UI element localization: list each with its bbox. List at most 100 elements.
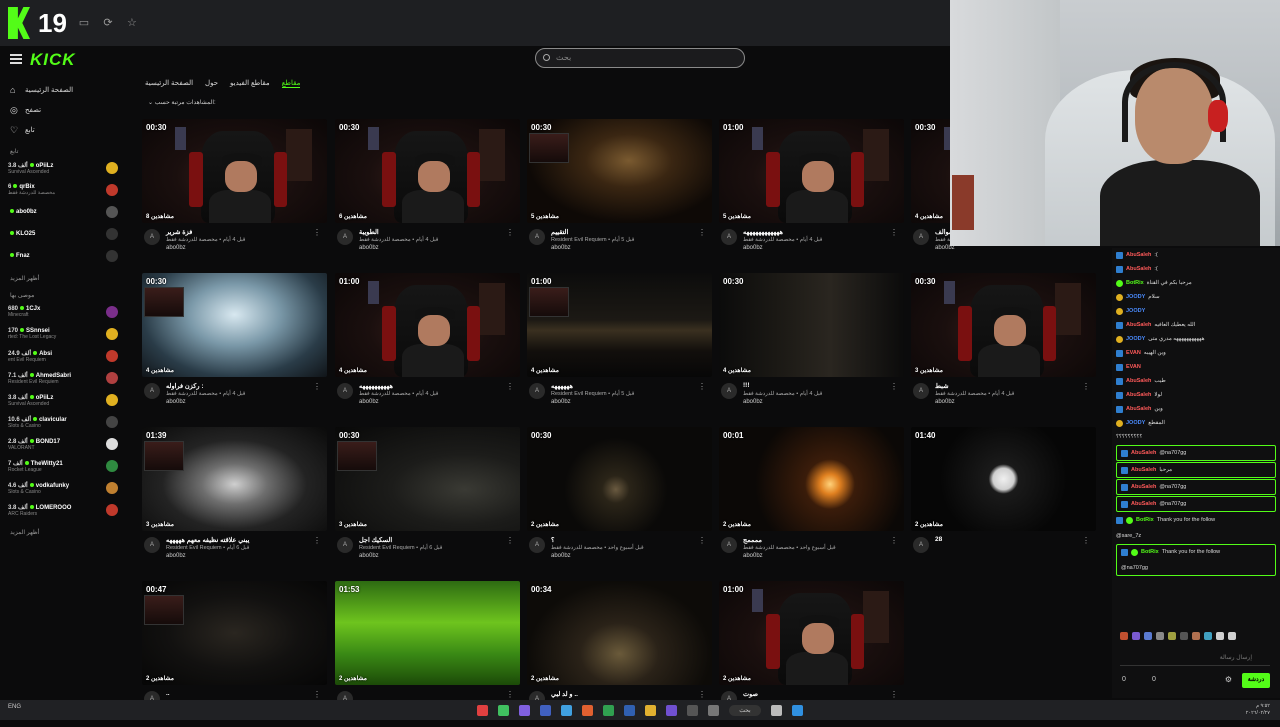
more-options-icon[interactable]: ⋮ (313, 228, 321, 237)
channel-avatar[interactable]: A (144, 383, 160, 399)
app-icon[interactable] (582, 704, 594, 716)
clip-channel-name[interactable]: abo0bz (743, 399, 763, 405)
emote-icon[interactable] (1228, 632, 1236, 640)
more-options-icon[interactable]: ⋮ (313, 536, 321, 545)
history-icon[interactable]: ⟳ (101, 16, 115, 30)
sidebar-nav-item[interactable]: ⌂ الصفحة الرئيسية (0, 80, 128, 100)
channel-avatar[interactable]: A (529, 229, 545, 245)
app-icon[interactable] (645, 704, 657, 716)
clip-channel-name[interactable]: abo0bz (743, 245, 763, 251)
clip-card[interactable]: 00:30 3 مشاهدين A السكيك اجل Resident Evil R… (335, 427, 520, 573)
clip-card[interactable]: 00:30 8 مشاهدين A فزة شرير قبل 4 أيام • مخصص… (142, 119, 327, 265)
clip-thumbnail[interactable]: 01:00 5 مشاهدين (719, 119, 904, 223)
chat-send-button[interactable]: دردشة (1242, 673, 1270, 688)
sidebar-channel[interactable]: abo0bz (0, 201, 128, 223)
clip-thumbnail[interactable]: 00:30 5 مشاهدين (527, 119, 712, 223)
channel-avatar[interactable]: A (913, 229, 929, 245)
sidebar-channel[interactable]: 170 SSnnsei rted: The Lost Legacy (0, 323, 128, 345)
chat-username[interactable]: AbuSaleh (1131, 499, 1156, 509)
chat-username[interactable]: AbuSaleh (1126, 390, 1151, 400)
tab-item[interactable]: مقاطع الفيديو (230, 79, 270, 88)
clip-title[interactable]: ركزن فراوله : (166, 382, 204, 390)
chat-username[interactable]: AbuSaleh (1126, 250, 1151, 260)
sidebar-channel[interactable]: 680 1CJx Minecraft (0, 301, 128, 323)
emote-icon[interactable] (1180, 632, 1188, 640)
more-options-icon[interactable]: ⋮ (506, 228, 514, 237)
chat-username[interactable]: JOODY (1126, 306, 1145, 316)
clip-title[interactable]: .. (166, 690, 170, 697)
clip-title[interactable]: فزة شرير (166, 228, 192, 236)
clip-thumbnail[interactable]: 00:30 4 مشاهدين (719, 273, 904, 377)
chat-username[interactable]: AbuSaleh (1126, 264, 1151, 274)
clip-title[interactable]: ؟ (551, 536, 554, 544)
lang-indicator[interactable]: ENG (8, 704, 21, 710)
chat-username[interactable]: AbuSaleh (1126, 404, 1151, 414)
app-icon[interactable] (498, 704, 510, 716)
clip-thumbnail[interactable]: 01:00 4 مشاهدين (335, 273, 520, 377)
clip-title[interactable]: ههههههههههههه (743, 228, 783, 236)
app-icon[interactable] (624, 704, 636, 716)
channel-avatar[interactable]: A (337, 383, 353, 399)
app-icon[interactable] (561, 704, 573, 716)
chat-username[interactable]: AbuSaleh (1126, 320, 1151, 330)
sidebar-channel[interactable]: 2.8 ألف BOND17 VALORANT (0, 433, 128, 455)
clip-thumbnail[interactable]: 01:53 2 مشاهدين (335, 581, 520, 685)
app-icon[interactable] (603, 704, 615, 716)
emote-icon[interactable] (1204, 632, 1212, 640)
clip-thumbnail[interactable]: 00:34 2 مشاهدين (527, 581, 712, 685)
channel-avatar[interactable]: A (144, 537, 160, 553)
sidebar-channel[interactable]: 24.9 ألف Absi ent Evil Requiem (0, 345, 128, 367)
sidebar-channel[interactable]: 3.8 ألف oPiiLz Survival Ascended (0, 389, 128, 411)
clip-card[interactable]: 00:30 4 مشاهدين A!!! قبل 4 أيام • مخصصة للد… (719, 273, 904, 419)
clip-title[interactable]: شبط (935, 382, 949, 390)
more-options-icon[interactable]: ⋮ (506, 382, 514, 391)
channel-avatar[interactable]: A (337, 229, 353, 245)
clip-channel-name[interactable]: abo0bz (551, 553, 571, 559)
kick-logo[interactable]: KICK (30, 50, 76, 70)
clip-card[interactable]: 00:01 2 مشاهدين A ممممج قبل أسبوع واحد • مخص… (719, 427, 904, 573)
windows-start-icon[interactable] (791, 704, 803, 716)
sidebar-channel[interactable]: 7 ألف TheWitty21 Rocket League (0, 455, 128, 477)
clip-title[interactable]: ممممج (743, 536, 762, 544)
app-icon[interactable] (477, 704, 489, 716)
clip-thumbnail[interactable]: 00:30 2 مشاهدين (527, 427, 712, 531)
points-count[interactable]: 0 (1122, 676, 1126, 683)
chat-username[interactable]: JOODY (1126, 292, 1145, 302)
app-icon[interactable] (666, 704, 678, 716)
more-options-icon[interactable]: ⋮ (698, 536, 706, 545)
channel-avatar[interactable]: A (529, 537, 545, 553)
clip-title[interactable]: 28 (935, 536, 942, 543)
chat-username[interactable]: EVAN (1126, 348, 1141, 358)
sidebar-nav-item[interactable]: ◎ تصفح (0, 100, 128, 120)
clip-card[interactable]: 00:30 2 مشاهدين A ؟ قبل أسبوع واحد • مخصصة ل… (527, 427, 712, 573)
clip-thumbnail[interactable]: 00:30 6 مشاهدين (335, 119, 520, 223)
clip-channel-name[interactable]: abo0bz (743, 553, 763, 559)
clip-title[interactable]: ههههههههههه (359, 382, 393, 390)
emote-icon[interactable] (1132, 632, 1140, 640)
clip-channel-name[interactable]: abo0bz (551, 399, 571, 405)
clip-card[interactable]: 00:30 3 مشاهدين A شبط قبل 4 أيام • مخصصة للد… (911, 273, 1096, 419)
clip-channel-name[interactable]: abo0bz (359, 553, 379, 559)
more-options-icon[interactable]: ⋮ (506, 536, 514, 545)
clip-card[interactable]: 00:30 4 مشاهدين A ركزن فراوله : قبل 4 أيام •… (142, 273, 327, 419)
chat-username[interactable]: EVAN (1126, 362, 1141, 372)
search-icon[interactable] (770, 704, 782, 716)
clip-channel-name[interactable]: abo0bz (551, 245, 571, 251)
clip-channel-name[interactable]: abo0bz (359, 399, 379, 405)
tab-icon[interactable]: ▭ (77, 16, 91, 30)
emote-icon[interactable] (1120, 632, 1128, 640)
tray-clock[interactable]: ٩:٥٢ م ٢٠٢٦/٠٢/٢٧ (1246, 703, 1270, 717)
sidebar-channel[interactable]: 6 qrBix مخصصة للدردشة فقط (0, 179, 128, 201)
clip-channel-name[interactable]: abo0bz (359, 245, 379, 251)
sidebar-channel[interactable]: 7.1 ألف AhmedSabri Resident Evil Requiem (0, 367, 128, 389)
more-options-icon[interactable]: ⋮ (698, 382, 706, 391)
clip-card[interactable]: 00:30 5 مشاهدين A التقييم Resident Evil Requ… (527, 119, 712, 265)
sidebar-channel[interactable]: 4.6 ألف vodkafunky Slots & Casino (0, 477, 128, 499)
more-options-icon[interactable]: ⋮ (698, 228, 706, 237)
taskbar-search[interactable]: بحث (729, 704, 761, 716)
channel-avatar[interactable]: A (529, 383, 545, 399)
emote-icon[interactable] (1168, 632, 1176, 640)
more-options-icon[interactable]: ⋮ (698, 690, 706, 699)
more-options-icon[interactable]: ⋮ (890, 382, 898, 391)
chat-username[interactable]: BotRix (1126, 278, 1144, 288)
